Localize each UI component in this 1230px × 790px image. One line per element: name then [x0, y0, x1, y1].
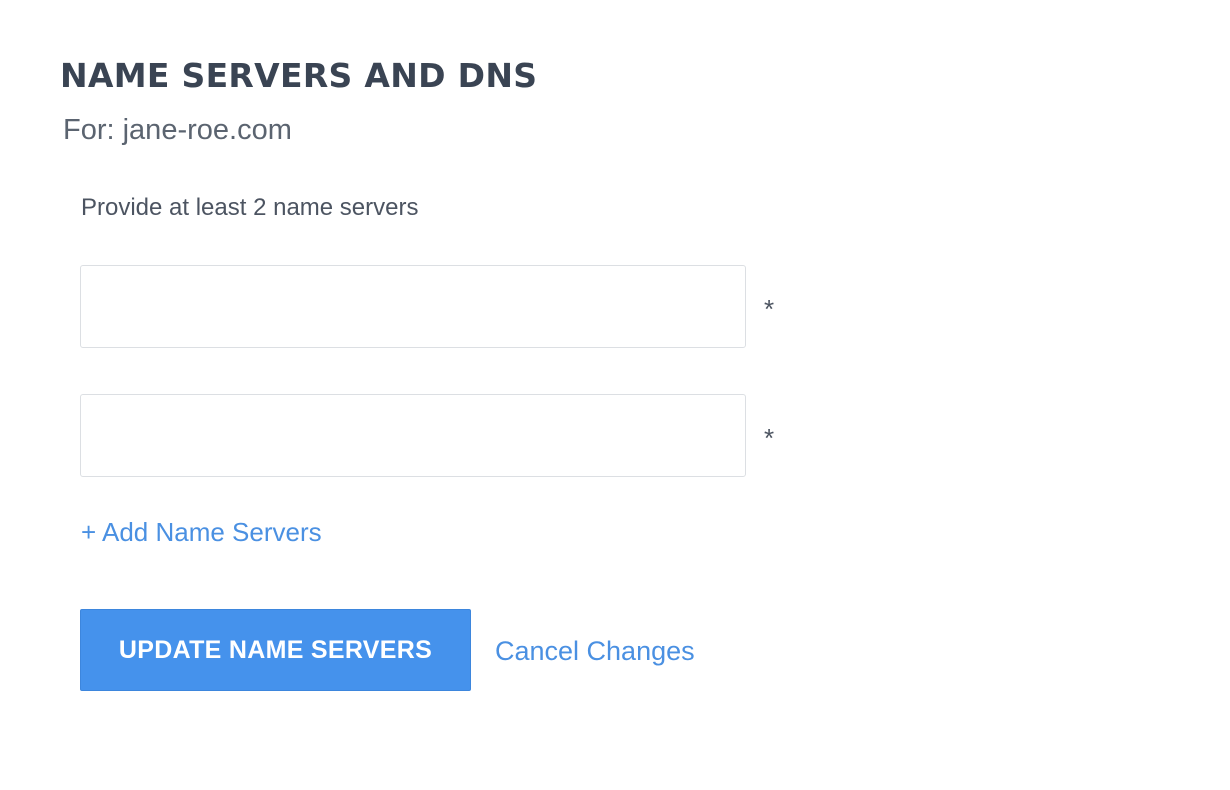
required-asterisk: * [764, 294, 775, 324]
name-servers-instructions: Provide at least 2 name servers [81, 194, 419, 221]
required-asterisk: * [764, 423, 775, 453]
name-server-2-input[interactable] [80, 394, 746, 477]
name-server-1-input[interactable] [80, 265, 746, 348]
cancel-changes-link[interactable]: Cancel Changes [495, 634, 695, 668]
update-name-servers-button[interactable]: UPDATE NAME SERVERS [80, 609, 471, 691]
page-title: NAME SERVERS AND DNS [60, 56, 538, 95]
domain-subtitle: For: jane-roe.com [63, 114, 292, 146]
add-name-servers-link[interactable]: + Add Name Servers [81, 515, 322, 549]
